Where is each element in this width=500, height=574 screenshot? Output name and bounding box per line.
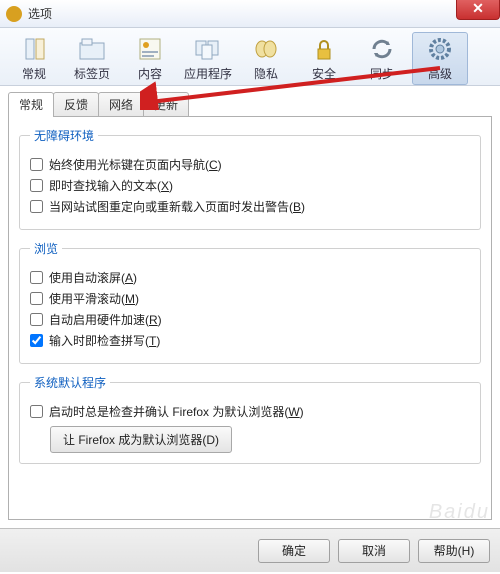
toolbar-label: 应用程序 xyxy=(184,65,232,82)
smoothscroll-label[interactable]: 使用平滑滚动(M) xyxy=(49,290,139,307)
general-icon xyxy=(18,35,50,63)
toolbar-label: 常规 xyxy=(22,65,46,82)
redirect-warn-checkbox[interactable] xyxy=(30,200,43,213)
subtab-network[interactable]: 网络 xyxy=(98,92,144,116)
caret-browsing-label[interactable]: 始终使用光标键在页面内导航(C) xyxy=(49,156,222,173)
browsing-group: 浏览 使用自动滚屏(A) 使用平滑滚动(M) 自动启用硬件加速(R) 输入时即检… xyxy=(19,240,481,364)
window-title: 选项 xyxy=(28,5,52,22)
content-icon xyxy=(134,35,166,63)
ok-button[interactable]: 确定 xyxy=(258,539,330,563)
toolbar-privacy[interactable]: 隐私 xyxy=(238,32,294,85)
group-legend: 系统默认程序 xyxy=(30,374,110,391)
find-as-type-label[interactable]: 即时查找输入的文本(X) xyxy=(49,177,173,194)
spellcheck-label[interactable]: 输入时即检查拼写(T) xyxy=(49,332,160,349)
toolbar-label: 安全 xyxy=(312,65,336,82)
hwaccel-checkbox[interactable] xyxy=(30,313,43,326)
autoscroll-checkbox[interactable] xyxy=(30,271,43,284)
apps-icon xyxy=(192,35,224,63)
make-default-button[interactable]: 让 Firefox 成为默认浏览器(D) xyxy=(50,426,232,453)
redirect-warn-label[interactable]: 当网站试图重定向或重新载入页面时发出警告(B) xyxy=(49,198,305,215)
autoscroll-label[interactable]: 使用自动滚屏(A) xyxy=(49,269,137,286)
check-default-label[interactable]: 启动时总是检查并确认 Firefox 为默认浏览器(W) xyxy=(49,403,304,420)
toolbar-label: 隐私 xyxy=(254,65,278,82)
subtab-bar: 常规 反馈 网络 更新 xyxy=(8,92,500,116)
category-toolbar: 常规 标签页 内容 应用程序 隐私 安全 同步 高级 xyxy=(0,28,500,86)
toolbar-security[interactable]: 安全 xyxy=(296,32,352,85)
app-icon xyxy=(6,6,22,22)
toolbar-label: 高级 xyxy=(428,65,452,82)
smoothscroll-checkbox[interactable] xyxy=(30,292,43,305)
system-default-group: 系统默认程序 启动时总是检查并确认 Firefox 为默认浏览器(W) 让 Fi… xyxy=(19,374,481,464)
accessibility-group: 无障碍环境 始终使用光标键在页面内导航(C) 即时查找输入的文本(X) 当网站试… xyxy=(19,127,481,230)
tabs-icon xyxy=(76,35,108,63)
privacy-icon xyxy=(250,35,282,63)
spellcheck-checkbox[interactable] xyxy=(30,334,43,347)
toolbar-tabs[interactable]: 标签页 xyxy=(64,32,120,85)
group-legend: 浏览 xyxy=(30,240,62,257)
sync-icon xyxy=(366,35,398,63)
help-button[interactable]: 帮助(H) xyxy=(418,539,490,563)
toolbar-content[interactable]: 内容 xyxy=(122,32,178,85)
toolbar-advanced[interactable]: 高级 xyxy=(412,32,468,85)
subtab-general[interactable]: 常规 xyxy=(8,92,54,117)
toolbar-apps[interactable]: 应用程序 xyxy=(180,32,236,85)
toolbar-general[interactable]: 常规 xyxy=(6,32,62,85)
toolbar-label: 内容 xyxy=(138,65,162,82)
window-titlebar: 选项 ✕ xyxy=(0,0,500,28)
check-default-checkbox[interactable] xyxy=(30,405,43,418)
toolbar-sync[interactable]: 同步 xyxy=(354,32,410,85)
caret-browsing-checkbox[interactable] xyxy=(30,158,43,171)
group-legend: 无障碍环境 xyxy=(30,127,98,144)
lock-icon xyxy=(308,35,340,63)
find-as-type-checkbox[interactable] xyxy=(30,179,43,192)
subtab-feedback[interactable]: 反馈 xyxy=(53,92,99,116)
settings-panel: 无障碍环境 始终使用光标键在页面内导航(C) 即时查找输入的文本(X) 当网站试… xyxy=(8,116,492,520)
subtab-update[interactable]: 更新 xyxy=(143,92,189,116)
window-close-button[interactable]: ✕ xyxy=(456,0,500,20)
dialog-button-bar: 确定 取消 帮助(H) xyxy=(0,528,500,572)
hwaccel-label[interactable]: 自动启用硬件加速(R) xyxy=(49,311,162,328)
gear-icon xyxy=(424,35,456,63)
toolbar-label: 标签页 xyxy=(74,65,110,82)
cancel-button[interactable]: 取消 xyxy=(338,539,410,563)
toolbar-label: 同步 xyxy=(370,65,394,82)
